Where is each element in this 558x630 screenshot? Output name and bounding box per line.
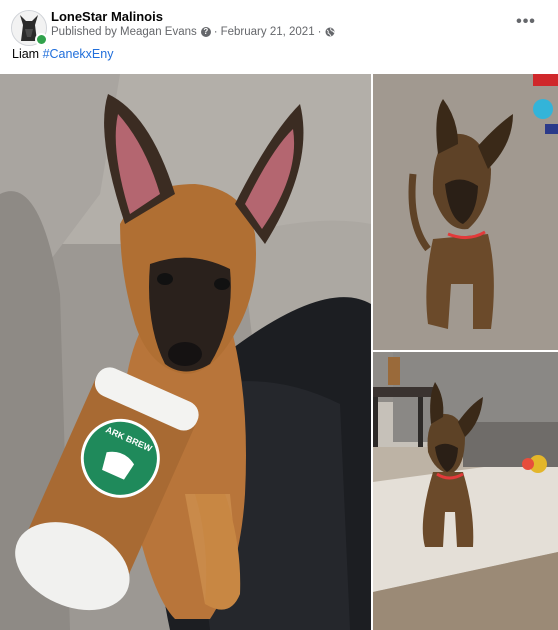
published-by[interactable]: Published by Meagan Evans — [51, 26, 197, 38]
question-icon[interactable]: ? — [200, 27, 211, 37]
photo-top-right[interactable] — [373, 74, 558, 350]
caption-text: Liam — [12, 47, 40, 61]
post-date[interactable]: February 21, 2021 — [221, 26, 315, 38]
hashtag-link[interactable]: #CanekxEny — [43, 47, 114, 61]
post-meta: Published by Meagan Evans ? · February 2… — [51, 26, 335, 38]
post-header: LoneStar Malinois Published by Meagan Ev… — [0, 0, 558, 74]
more-options-button[interactable]: ••• — [514, 12, 538, 32]
photo-main[interactable]: ARK BREW — [0, 74, 371, 630]
page-name[interactable]: LoneStar Malinois — [51, 9, 163, 24]
post-caption: Liam #CanekxEny — [12, 47, 113, 61]
online-status-dot — [35, 33, 48, 46]
meta-separator-2: · — [317, 26, 322, 38]
globe-icon[interactable] — [325, 27, 335, 37]
photo-bottom-right[interactable] — [373, 352, 558, 630]
meta-separator: · — [213, 26, 218, 38]
